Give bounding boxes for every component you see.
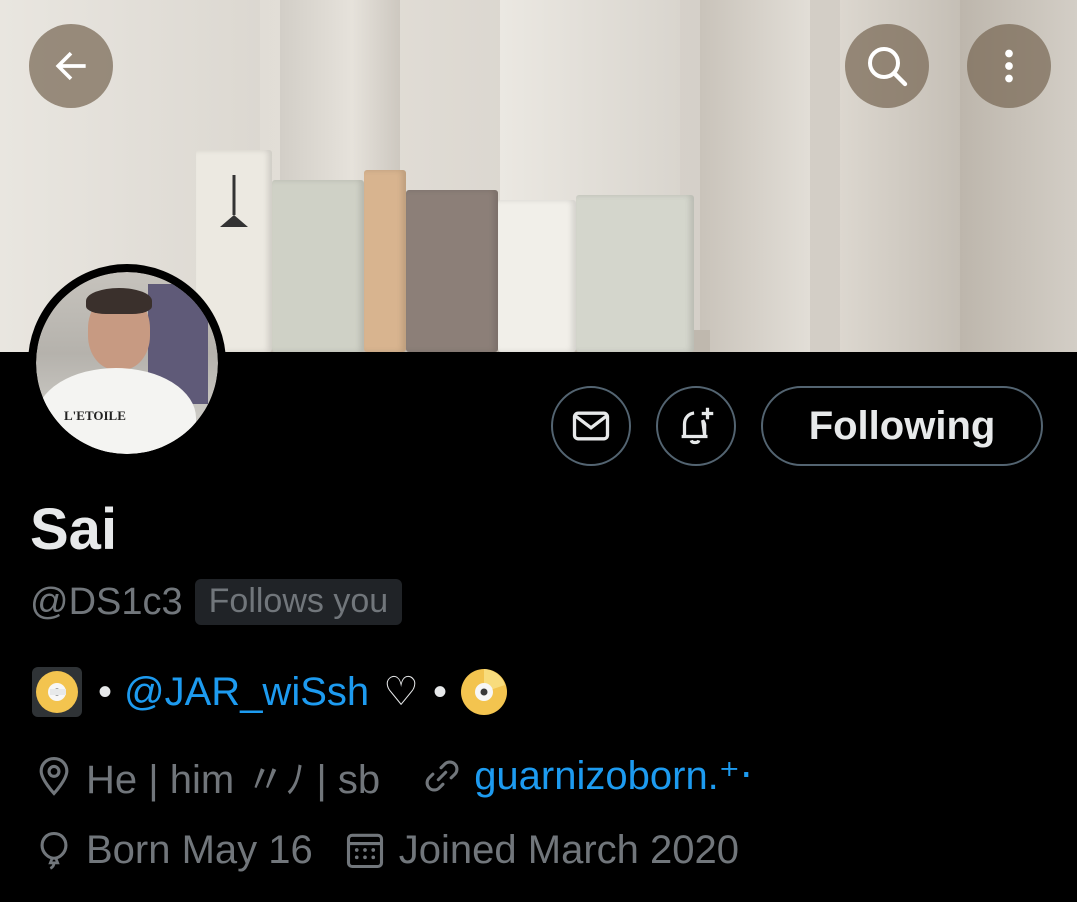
link-icon xyxy=(425,760,459,792)
banner-curtain-fold xyxy=(700,0,810,352)
dvd-emoji xyxy=(459,667,509,717)
bell-plus-icon xyxy=(681,407,714,445)
banner-book xyxy=(498,200,576,352)
website-item[interactable]: guarnizoborn.⁺‧ xyxy=(420,753,753,799)
birthday-text: Born May 16 xyxy=(86,827,313,872)
location-text: He | him 〃ﾉ | sb xyxy=(86,758,381,802)
avatar-photo: L'ETOILE xyxy=(36,272,218,454)
birthday-item: Born May 16 xyxy=(32,828,313,873)
banner-book xyxy=(272,180,364,352)
banner-book xyxy=(576,195,694,352)
profile-handle: @DS1c3 xyxy=(30,580,183,623)
more-options-button[interactable] xyxy=(967,24,1051,108)
bio-mention-link[interactable]: @JAR_wiSsh xyxy=(124,670,369,715)
dvd-emoji xyxy=(32,667,82,717)
website-link[interactable]: guarnizoborn.⁺‧ xyxy=(474,753,752,799)
profile-meta-row: He | him 〃ﾉ | sb guarnizoborn.⁺‧ xyxy=(32,750,753,802)
back-button[interactable] xyxy=(29,24,113,108)
follows-you-badge: Follows you xyxy=(194,579,403,625)
banner-book xyxy=(364,170,406,352)
calendar-icon xyxy=(346,833,383,869)
more-vertical-icon xyxy=(1005,49,1013,83)
bio-separator: • xyxy=(98,669,113,714)
arrow-left-icon xyxy=(55,51,86,81)
avatar-shirt-print: L'ETOILE xyxy=(64,408,126,423)
following-button[interactable]: Following xyxy=(761,386,1043,466)
bio-separator: • xyxy=(433,669,448,714)
balloon-icon xyxy=(40,831,68,870)
mail-icon xyxy=(572,411,610,441)
joined-item: Joined March 2020 xyxy=(343,828,739,873)
search-button[interactable] xyxy=(845,24,929,108)
profile-bio: • @JAR_wiSsh ♡ • xyxy=(32,664,509,720)
location-item: He | him 〃ﾉ | sb xyxy=(32,747,380,805)
heart-icon: ♡ xyxy=(383,670,419,714)
handle-row: @DS1c3 Follows you xyxy=(30,578,403,626)
joined-text: Joined March 2020 xyxy=(398,827,739,872)
banner-lamp-drawing xyxy=(220,175,248,227)
notifications-button[interactable] xyxy=(656,386,736,466)
profile-avatar[interactable]: L'ETOILE xyxy=(28,264,226,462)
avatar-hair xyxy=(86,288,152,314)
search-icon xyxy=(868,47,908,87)
banner-book xyxy=(406,190,498,352)
profile-meta-row: Born May 16 Joined March 2020 xyxy=(32,824,739,876)
message-button[interactable] xyxy=(551,386,631,466)
location-pin-icon xyxy=(39,757,69,796)
profile-name: Sai xyxy=(30,497,118,562)
